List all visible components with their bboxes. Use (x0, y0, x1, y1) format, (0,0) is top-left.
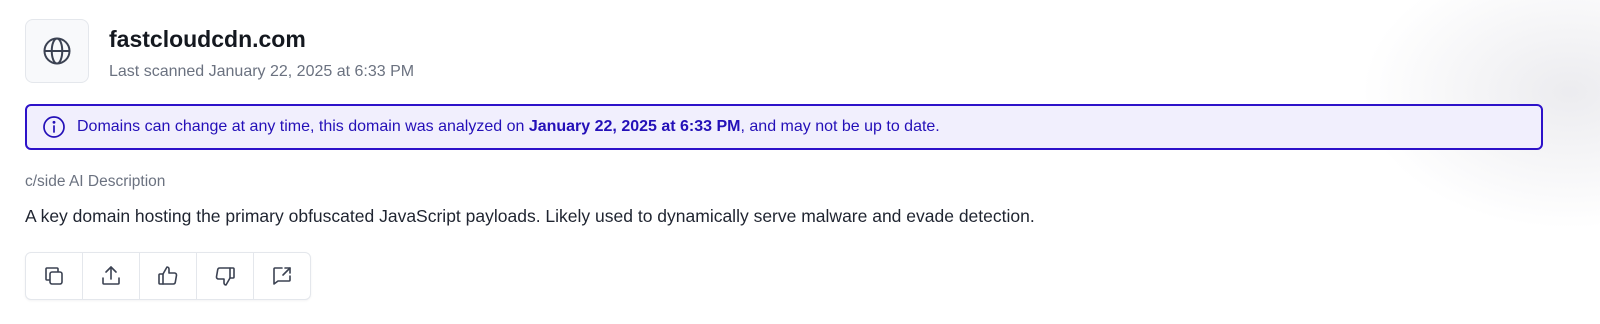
description-label: c/side AI Description (25, 173, 166, 190)
thumbs-up-button[interactable] (140, 253, 197, 299)
last-scanned-text: Last scanned January 22, 2025 at 6:33 PM (109, 63, 415, 80)
action-toolbar (25, 252, 311, 300)
domain-header: fastcloudcdn.com Last scanned January 22… (25, 19, 414, 83)
feedback-icon (273, 267, 291, 285)
globe-icon (25, 19, 89, 83)
domain-title: fastcloudcdn.com (109, 26, 306, 52)
notice-text-after: , and may not be up to date. (740, 118, 940, 135)
notice-date: January 22, 2025 at 6:33 PM (528, 118, 741, 135)
analysis-notice-banner: Domains can change at any time, this dom… (25, 104, 1543, 150)
share-button[interactable] (83, 253, 140, 299)
feedback-button[interactable] (254, 253, 310, 299)
share-icon (102, 266, 120, 285)
copy-icon (45, 267, 63, 285)
notice-text-before: Domains can change at any time, this dom… (77, 118, 529, 135)
thumbs-down-icon (215, 267, 235, 286)
thumbs-down-button[interactable] (197, 253, 254, 299)
thumbs-up-icon (158, 266, 178, 285)
info-icon (43, 116, 65, 138)
description-text: A key domain hosting the primary obfusca… (25, 206, 1035, 226)
copy-button[interactable] (26, 253, 83, 299)
notice-text: Domains can change at any time, this dom… (77, 118, 940, 136)
